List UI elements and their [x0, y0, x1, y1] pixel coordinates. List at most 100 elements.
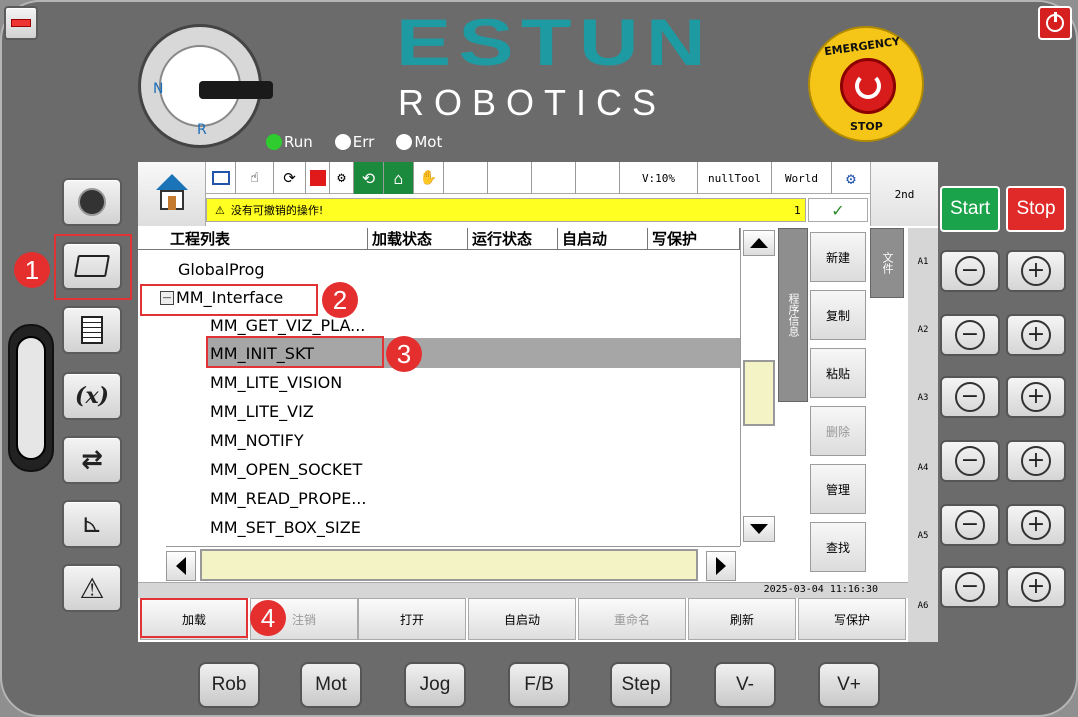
fb-button[interactable]: F/B — [508, 662, 570, 708]
copy-button[interactable]: 复制 — [810, 290, 866, 340]
io-button[interactable]: ⇄ — [62, 436, 122, 484]
scroll-right-button[interactable] — [706, 551, 736, 581]
tree-item[interactable]: GlobalProg — [178, 260, 265, 279]
key-switch[interactable]: N R — [138, 24, 273, 148]
v-plus-button[interactable]: V+ — [818, 662, 880, 708]
tb-home-mode[interactable]: ⌂ — [384, 162, 414, 194]
a3-plus-button[interactable]: + — [1006, 376, 1066, 418]
tb-stop[interactable] — [306, 162, 330, 194]
tb-cycle[interactable]: ⟳ — [274, 162, 306, 194]
timestamp: 2025-03-04 11:16:30 — [763, 584, 878, 595]
a3-minus-button[interactable]: − — [940, 376, 1000, 418]
scroll-thumb[interactable] — [743, 360, 775, 426]
v-minus-button[interactable]: V- — [714, 662, 776, 708]
coordinate-button[interactable]: ⊾ — [62, 500, 122, 548]
col-load-status[interactable]: 加载状态 — [368, 228, 468, 250]
tree-item[interactable]: MM_LITE_VISION — [210, 373, 342, 392]
home-button[interactable] — [138, 162, 206, 226]
a4-minus-button[interactable]: − — [940, 440, 1000, 482]
manage-button[interactable]: 管理 — [810, 464, 866, 514]
status-bar: 2025-03-04 11:16:30 — [138, 582, 908, 598]
a5-plus-button[interactable]: + — [1006, 504, 1066, 546]
user-button[interactable] — [62, 178, 122, 226]
tb-windows[interactable] — [206, 162, 236, 194]
mot-light-icon — [396, 134, 413, 150]
tree-item[interactable]: MM_SET_BOX_SIZE — [210, 518, 361, 537]
warning-icon: ⚠ — [79, 571, 105, 605]
plus-icon: + — [1021, 446, 1051, 476]
h-scroll-thumb[interactable] — [200, 549, 698, 581]
new-button[interactable]: 新建 — [810, 232, 866, 282]
col-write-protect[interactable]: 写保护 — [648, 228, 740, 250]
tree-item[interactable]: MM_READ_PROPE... — [210, 489, 366, 508]
hand-icon: ☝ — [250, 170, 259, 186]
a6-minus-button[interactable]: − — [940, 566, 1000, 608]
tab-program-info[interactable]: 程序信息 — [778, 228, 808, 402]
frame-indicator[interactable]: World — [772, 162, 832, 194]
col-autostart[interactable]: 自启动 — [558, 228, 648, 250]
write-protect-button[interactable]: 写保护 — [798, 598, 906, 640]
a2-plus-button[interactable]: + — [1006, 314, 1066, 356]
jog-button[interactable]: Jog — [404, 662, 466, 708]
a5-minus-button[interactable]: − — [940, 504, 1000, 546]
scroll-up-button[interactable] — [743, 230, 775, 256]
document-button[interactable] — [62, 306, 122, 354]
plus-icon: + — [1021, 256, 1051, 286]
a1-plus-button[interactable]: + — [1006, 250, 1066, 292]
scroll-left-button[interactable] — [166, 551, 196, 581]
power-button[interactable] — [1038, 6, 1072, 40]
vertical-scrollbar[interactable] — [740, 228, 776, 546]
refresh-button[interactable]: 刷新 — [688, 598, 796, 640]
minus-icon: − — [955, 382, 985, 412]
scroll-down-button[interactable] — [743, 516, 775, 542]
annotation-number-3: 3 — [386, 336, 422, 372]
speed-indicator[interactable]: V:10% — [620, 162, 698, 194]
tool-indicator[interactable]: nullTool — [698, 162, 772, 194]
col-run-status[interactable]: 运行状态 — [468, 228, 558, 250]
power-icon — [1046, 12, 1064, 32]
delete-button[interactable]: 删除 — [810, 406, 866, 456]
minimize-button[interactable] — [4, 6, 38, 40]
tb-lock[interactable]: ✋ — [414, 162, 444, 194]
emergency-stop[interactable]: EMERGENCY STOP — [808, 26, 924, 142]
triangle-right-icon — [716, 557, 726, 575]
find-button[interactable]: 查找 — [810, 522, 866, 572]
axis-a5: A5 — [917, 531, 929, 541]
horizontal-scrollbar[interactable] — [166, 546, 740, 582]
brand-subtitle: ROBOTICS — [398, 82, 667, 123]
tree-item[interactable]: MM_OPEN_SOCKET — [210, 460, 362, 479]
tb-robot[interactable]: ⚙ — [330, 162, 354, 194]
autostart-button[interactable]: 自启动 — [468, 598, 576, 640]
start-button[interactable]: Start — [940, 186, 1000, 232]
a1-minus-button[interactable]: − — [940, 250, 1000, 292]
col-project-list[interactable]: 工程列表 — [166, 228, 368, 250]
a4-plus-button[interactable]: + — [1006, 440, 1066, 482]
tree-item[interactable]: MM_LITE_VIZ — [210, 402, 314, 421]
tb-hand[interactable]: ☝ — [236, 162, 274, 194]
second-function-button[interactable]: 2nd — [870, 162, 938, 226]
a6-plus-button[interactable]: + — [1006, 566, 1066, 608]
rob-button[interactable]: Rob — [198, 662, 260, 708]
minus-icon: − — [955, 572, 985, 602]
paste-button[interactable]: 粘贴 — [810, 348, 866, 398]
message-ack-button[interactable]: ✓ — [808, 198, 868, 222]
tree-item[interactable]: MM_GET_VIZ_PLA... — [210, 316, 365, 335]
a2-minus-button[interactable]: − — [940, 314, 1000, 356]
open-button[interactable]: 打开 — [358, 598, 466, 640]
alarm-button[interactable]: ⚠ — [62, 564, 122, 612]
enable-switch[interactable] — [8, 324, 54, 472]
rename-button[interactable]: 重命名 — [578, 598, 686, 640]
tab-program-info-label: 程序信息 — [787, 293, 800, 337]
stop-button[interactable]: Stop — [1006, 186, 1066, 232]
annotation-box-1 — [54, 234, 132, 300]
annotation-number-2: 2 — [322, 282, 358, 318]
tree-item[interactable]: MM_NOTIFY — [210, 431, 304, 450]
status-mot-label: Mot — [414, 133, 443, 151]
tb-run-mode[interactable]: ⟲ — [354, 162, 384, 194]
home-icon — [152, 174, 192, 214]
tab-file[interactable]: 文件 — [870, 228, 904, 298]
mot-button[interactable]: Mot — [300, 662, 362, 708]
tb-robot-status[interactable]: ⚙ — [832, 162, 870, 194]
step-button[interactable]: Step — [610, 662, 672, 708]
variables-button[interactable]: (x) — [62, 372, 122, 420]
